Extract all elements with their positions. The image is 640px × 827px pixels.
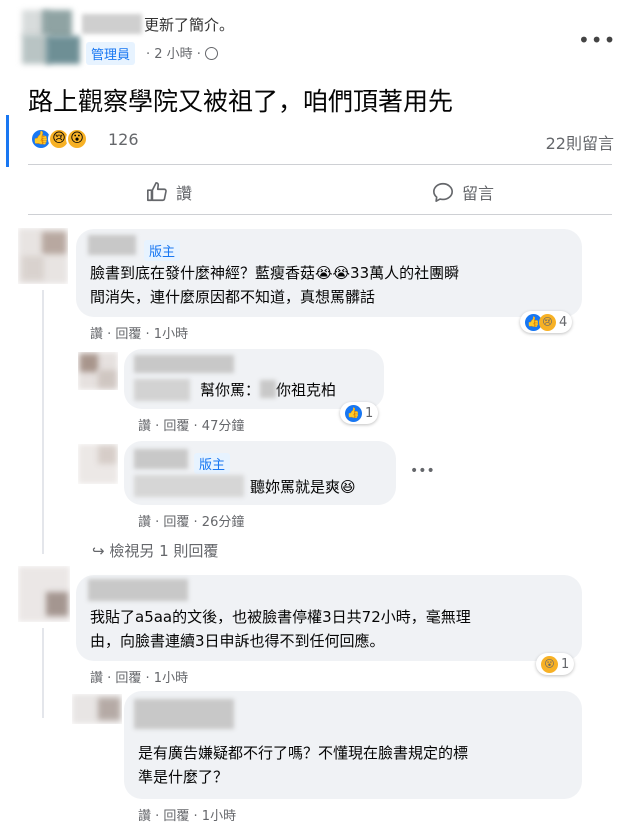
reply-bubble: 版主 聽妳罵就是爽😆 [124,441,396,505]
divider [28,214,612,215]
commenter-name-blurred[interactable] [134,699,234,729]
avatar[interactable] [78,352,118,390]
comment-line: 是有廣告嫌疑都不行了嗎？不懂現在臉書規定的標 [138,744,469,762]
comment-meta[interactable]: 讚 · 回覆 · 1小時 [90,323,188,342]
thumbs-up-icon [147,182,167,202]
reply-text: 是有廣告嫌疑都不行了嗎？不懂現在臉書規定的標 準是什麼了？ [138,741,468,789]
avatar[interactable] [72,694,122,724]
reply-text: 幫你罵： 你祖克柏 [200,378,336,402]
reply-bubble: 幫你罵： 你祖克柏 [124,349,384,409]
comment-text: 我貼了a5aa的文後，也被臉書停權3日共72小時，毫無理 由，向臉書連續3日申訴… [90,605,471,653]
group-avatar[interactable] [22,10,80,66]
reaction-count: 1 [365,405,374,421]
comment-reactions[interactable]: 😮 1 [536,653,575,675]
like-reaction-icon: 👍 [345,404,362,422]
comment-bubble: 我貼了a5aa的文後，也被臉書停權3日共72小時，毫無理 由，向臉書連續3日申訴… [76,575,582,661]
post-text: 路上觀察學院又被祖了，咱們頂著用先 [28,87,454,116]
comment-line: 準是什麼了？ [138,768,229,786]
author-name-blurred[interactable] [82,14,142,34]
comment-line: 由，向臉書連續3日申訴也得不到任何回應。 [90,632,385,650]
reply-text-suffix: 你祖克柏 [276,381,337,399]
thread-line [42,628,44,718]
thread-line [42,290,44,554]
comment-reactions[interactable]: 👍 1 [340,402,379,424]
comment-meta[interactable]: 讚 · 回覆 · 1小時 [90,667,188,686]
more-options-icon[interactable]: ••• [410,463,435,479]
globe-icon [205,47,219,60]
admin-badge: 管理員 [86,42,136,65]
commenter-name-blurred[interactable] [88,235,136,255]
comment-text: 臉書到底在發什麼神經？藍瘦香菇😭😭33萬人的社團瞬 間消失，連什麼原因都不知道，… [90,261,459,309]
comment-line: 臉書到底在發什麼神經？藍瘦香菇😭😭33萬人的社團瞬 [90,264,460,282]
commenter-name-blurred[interactable] [88,579,188,601]
comment-line: 間消失，連什麼原因都不知道，真想罵髒話 [90,288,376,306]
reaction-count: 4 [559,314,568,330]
moderator-badge: 版主 [194,453,231,474]
reply-text-prefix: 幫你罵： [200,381,261,399]
comment-label: 留言 [462,184,495,203]
wow-reaction-icon: 😮 [66,128,88,150]
divider [28,164,612,165]
comment-reactions[interactable]: 👍 😢 4 [520,311,573,333]
commenter-name-blurred[interactable] [134,449,188,469]
comment-bubble-icon [433,182,453,202]
post-time[interactable]: · 2 小時 · [146,47,201,62]
like-button[interactable]: 讚 [146,180,192,204]
commenter-name-blurred[interactable] [134,355,234,373]
comment-line: 我貼了a5aa的文後，也被臉書停權3日共72小時，毫無理 [90,608,471,626]
comment-bubble: 版主 臉書到底在發什麼神經？藍瘦香菇😭😭33萬人的社團瞬 間消失，連什麼原因都不… [76,229,582,317]
reply-bubble: 是有廣告嫌疑都不行了嗎？不懂現在臉書規定的標 準是什麼了？ [124,691,582,799]
blurred-text [134,379,190,401]
moderator-badge: 版主 [144,240,181,261]
reply-text: 聽妳罵就是爽😆 [250,478,356,496]
highlight-bar [6,115,9,167]
like-label: 讚 [176,184,193,203]
comment-meta[interactable]: 讚 · 回覆 · 26分鐘 [138,511,244,530]
comment-meta[interactable]: 讚 · 回覆 · 1小時 [138,805,236,824]
reaction-count[interactable]: 126 [108,130,139,149]
comment-meta[interactable]: 讚 · 回覆 · 47分鐘 [138,415,244,434]
avatar[interactable] [18,228,68,284]
avatar[interactable] [18,566,70,622]
blurred-text [260,380,277,398]
updated-profile-text: 更新了簡介。 [144,16,235,34]
blurred-text [134,475,244,497]
comment-count[interactable]: 22則留言 [546,130,614,154]
avatar[interactable] [78,444,118,484]
more-options-icon[interactable]: ••• [578,28,616,52]
sad-reaction-icon: 😢 [539,313,556,331]
post-meta[interactable]: · 2 小時 · [146,43,219,62]
wow-reaction-icon: 😮 [541,655,558,673]
comment-button[interactable]: 留言 [432,180,494,204]
view-more-replies[interactable]: ↪ 檢視另 1 則回覆 [92,540,218,561]
reaction-count: 1 [561,656,570,672]
